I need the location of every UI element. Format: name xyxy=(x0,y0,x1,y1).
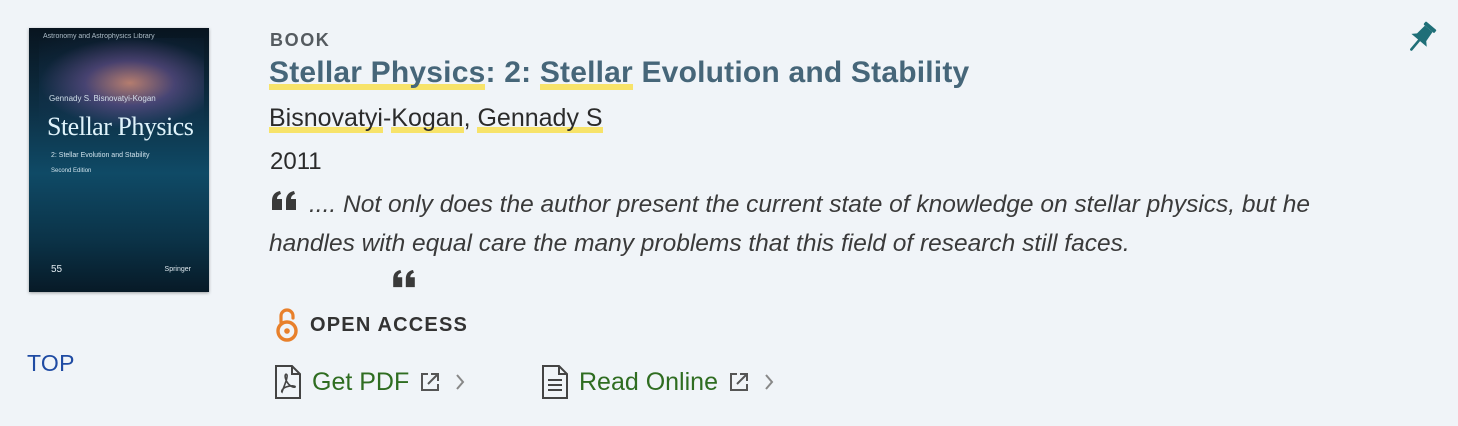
publication-year: 2011 xyxy=(270,148,322,175)
get-pdf-link[interactable]: Get PDF xyxy=(274,364,465,400)
resource-type-label: BOOK xyxy=(270,30,331,50)
title-text: Evolution and Stability xyxy=(632,56,970,89)
search-result-card: Astronomy and Astrophysics Library Genna… xyxy=(0,0,1458,426)
result-authors: Bisnovatyi-Kogan, Gennady S xyxy=(269,104,603,133)
cover-title-text: Stellar Physics xyxy=(47,112,194,141)
cover-publisher-logo: Springer xyxy=(164,266,191,273)
chevron-right-icon xyxy=(765,374,774,390)
get-pdf-label: Get PDF xyxy=(312,367,410,396)
result-title-link[interactable]: Stellar Physics: 2: Stellar Evolution an… xyxy=(269,56,969,90)
external-link-icon xyxy=(729,373,748,391)
author-highlight-term: Kogan xyxy=(391,104,464,132)
title-text: : 2: xyxy=(485,56,540,89)
pin-icon[interactable] xyxy=(1404,20,1438,56)
pdf-file-icon xyxy=(275,365,301,399)
open-access-indicator: OPEN ACCESS xyxy=(276,308,468,342)
result-abstract: .... Not only does the author present th… xyxy=(269,191,1310,257)
cover-series-logo: 55 xyxy=(51,264,63,275)
read-online-label: Read Online xyxy=(579,367,718,396)
cover-series-text: Astronomy and Astrophysics Library xyxy=(43,33,155,40)
open-access-label: OPEN ACCESS xyxy=(310,313,469,336)
cover-author-text: Gennady S. Bisnovatyi-Kogan xyxy=(49,94,156,103)
document-icon xyxy=(542,365,568,399)
chevron-right-icon xyxy=(456,374,465,390)
author-text: , xyxy=(463,104,478,132)
title-highlight-term: Stellar xyxy=(539,56,633,89)
external-link-icon xyxy=(421,373,440,391)
quote-close-icon xyxy=(393,270,415,288)
cover-subtitle-text: 2: Stellar Evolution and Stability xyxy=(51,152,150,159)
author-highlight-term: Gennady S xyxy=(477,104,603,132)
author-text: - xyxy=(382,104,392,132)
author-highlight-term: Bisnovatyi xyxy=(269,104,383,132)
book-cover-image[interactable]: Astronomy and Astrophysics Library Genna… xyxy=(29,28,209,292)
open-access-lock-icon xyxy=(276,308,298,342)
title-highlight-term: Stellar Physics xyxy=(269,56,486,89)
cover-edition-text: Second Edition xyxy=(51,168,92,174)
top-link[interactable]: TOP xyxy=(27,350,75,377)
read-online-link[interactable]: Read Online xyxy=(541,364,774,400)
